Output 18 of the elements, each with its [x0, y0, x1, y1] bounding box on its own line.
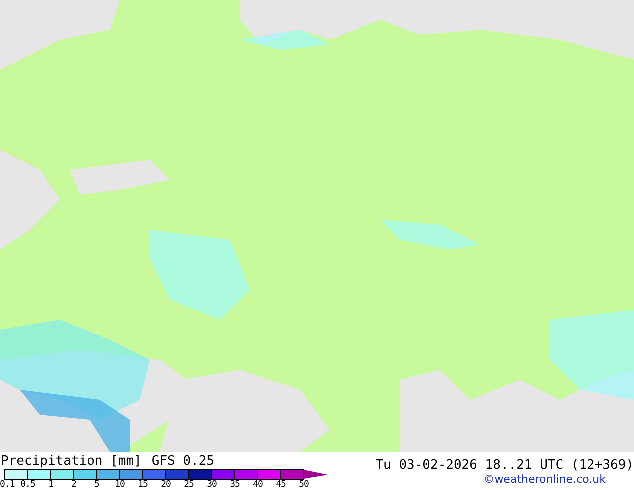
scale-tick-label: 1 [48, 480, 54, 490]
scale-tick-label: 10 [115, 480, 125, 490]
scale-tick-label: 5 [94, 480, 100, 490]
valid-time: Tu 03-02-2026 18..21 UTC (12+369) [376, 458, 634, 473]
legend-title: Precipitation [mm] [1, 454, 142, 469]
scale-tick-label: 0.1 [0, 480, 15, 490]
scale-tick-label: 40 [253, 480, 263, 490]
scale-tick-label: 30 [207, 480, 217, 490]
scale-tick-label: 50 [299, 480, 309, 490]
scale-tick-label: 2 [72, 480, 76, 490]
scale-tick-label: 25 [184, 480, 194, 490]
scale-tick-label: 15 [138, 480, 148, 490]
scale-tick-label: 0.5 [20, 480, 36, 490]
scale-tick-label: 45 [276, 480, 286, 490]
scale-tick-label: 35 [230, 480, 240, 490]
model-name: GFS 0.25 [152, 454, 215, 469]
scale-tick-label: 20 [161, 480, 171, 490]
copyright-link[interactable]: ©weatheronline.co.uk [484, 473, 634, 487]
